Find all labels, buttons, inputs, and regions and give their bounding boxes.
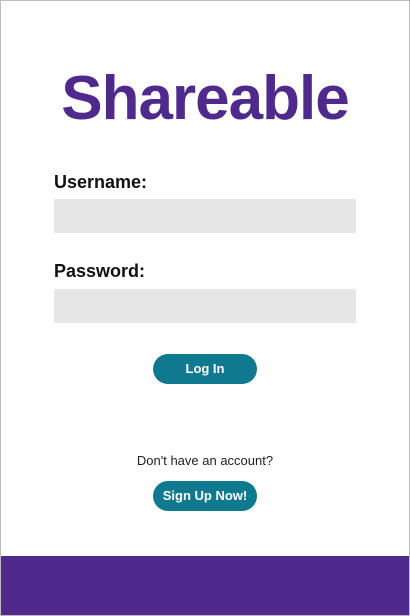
signup-prompt: Don't have an account?	[136, 453, 274, 468]
login-page: Shareable Username: Password: Log In Don…	[0, 0, 410, 616]
signup-button[interactable]: Sign Up Now!	[153, 481, 257, 511]
footer-bar	[1, 556, 409, 615]
password-input[interactable]	[54, 289, 356, 323]
username-input[interactable]	[54, 199, 356, 233]
login-button[interactable]: Log In	[153, 354, 257, 384]
app-logo: Shareable	[61, 64, 349, 133]
username-label: Username:	[54, 172, 148, 192]
password-label: Password:	[54, 261, 146, 281]
